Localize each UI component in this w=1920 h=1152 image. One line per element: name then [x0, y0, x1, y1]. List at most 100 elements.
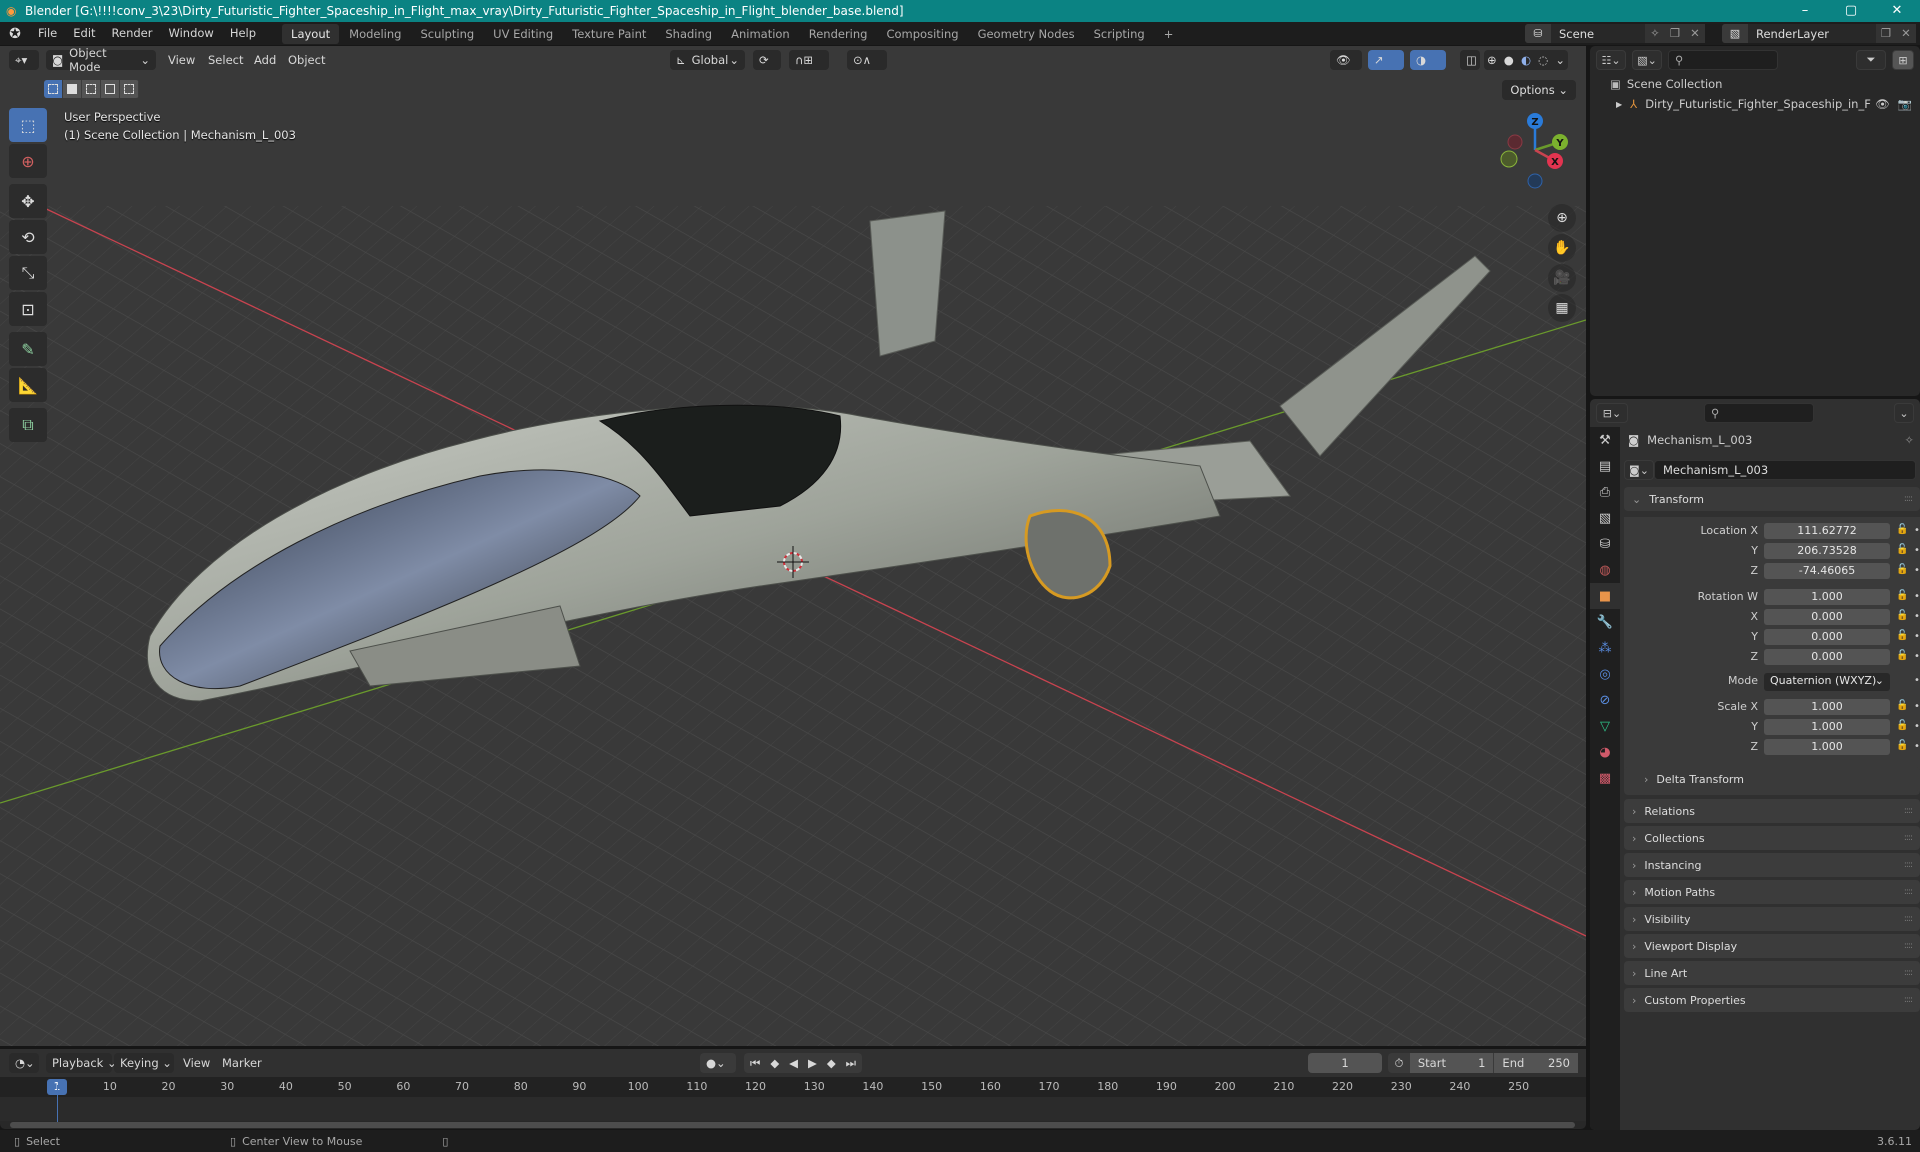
- tab-texture[interactable]: ▩: [1590, 765, 1620, 791]
- drag-grip-icon[interactable]: ::::: [1904, 941, 1913, 951]
- lock-icon[interactable]: 🔓: [1896, 700, 1908, 711]
- rotate-tool[interactable]: ⟲: [9, 220, 47, 254]
- tab-sculpting[interactable]: Sculpting: [411, 24, 483, 44]
- scene-name[interactable]: Scene: [1551, 27, 1645, 41]
- select-extend-button[interactable]: [63, 80, 82, 98]
- wireframe-shading-icon[interactable]: ⊕: [1487, 53, 1497, 67]
- drag-grip-icon[interactable]: ::::: [1904, 995, 1913, 1005]
- blender-menu-icon[interactable]: ✪: [0, 26, 30, 42]
- tab-constraints[interactable]: ⊘: [1590, 687, 1620, 713]
- play-reverse-icon[interactable]: ◀: [789, 1056, 798, 1070]
- tab-rendering[interactable]: Rendering: [800, 24, 877, 44]
- menu-file[interactable]: File: [30, 22, 65, 45]
- drag-grip-icon[interactable]: ::::: [1904, 914, 1913, 924]
- location-y-field[interactable]: 206.73528: [1764, 543, 1890, 559]
- maximize-button[interactable]: ▢: [1828, 0, 1874, 22]
- keying-menu[interactable]: Keying ⌄: [114, 1053, 174, 1073]
- keyframe-dot[interactable]: •: [1914, 719, 1920, 735]
- lock-icon[interactable]: 🔓: [1896, 630, 1908, 641]
- rotation-x-field[interactable]: 0.000: [1764, 609, 1890, 625]
- panel-motion-paths[interactable]: › Motion Paths::::: [1624, 880, 1920, 904]
- scale-y-field[interactable]: 1.000: [1764, 719, 1890, 735]
- drag-grip-icon[interactable]: ::::: [1904, 833, 1913, 843]
- panel-viewport-display[interactable]: › Viewport Display::::: [1624, 934, 1920, 958]
- outliner-scene-collection[interactable]: ▣ Scene Collection: [1590, 74, 1920, 94]
- tab-object[interactable]: ■: [1590, 583, 1620, 609]
- play-icon[interactable]: ▶: [808, 1056, 817, 1070]
- rotation-y-field[interactable]: 0.000: [1764, 629, 1890, 645]
- delta-transform-subpanel[interactable]: › Delta Transform: [1624, 767, 1920, 791]
- drag-grip-icon[interactable]: ::::: [1904, 806, 1913, 816]
- measure-tool[interactable]: 📐: [9, 368, 47, 402]
- tab-particles[interactable]: ⁂: [1590, 635, 1620, 661]
- keyframe-track[interactable]: [0, 1097, 1586, 1121]
- drag-grip-icon[interactable]: ::::: [1904, 494, 1913, 504]
- visibility-eye-icon[interactable]: 👁: [1875, 97, 1890, 111]
- viewport-menu-object[interactable]: Object: [288, 50, 325, 70]
- tab-uv-editing[interactable]: UV Editing: [484, 24, 562, 44]
- move-tool[interactable]: ✥: [9, 184, 47, 218]
- location-x-field[interactable]: 111.62772: [1764, 523, 1890, 539]
- menu-help[interactable]: Help: [222, 22, 264, 45]
- tab-tool[interactable]: ⚒: [1590, 427, 1620, 453]
- scale-tool[interactable]: ⤡: [9, 256, 47, 290]
- rotation-mode-dropdown[interactable]: Quaternion (WXYZ) ⌄: [1764, 673, 1890, 691]
- shading-modes[interactable]: ⊕ ● ◐ ◌ ⌄: [1484, 50, 1568, 70]
- playhead-line[interactable]: [57, 1085, 58, 1125]
- material-shading-icon[interactable]: ◐: [1521, 53, 1531, 67]
- gizmo-neg-x[interactable]: [1507, 134, 1523, 150]
- object-name-input[interactable]: Mechanism_L_003: [1654, 460, 1916, 480]
- tab-animation[interactable]: Animation: [722, 24, 799, 44]
- select-subtract-button[interactable]: [82, 80, 101, 98]
- keyframe-dot[interactable]: •: [1914, 673, 1920, 689]
- editor-type-button[interactable]: ⌖ ▾: [9, 50, 39, 70]
- timeline-menu-view[interactable]: View: [183, 1053, 210, 1073]
- render-camera-icon[interactable]: 📷: [1898, 97, 1912, 111]
- gizmo-neg-z[interactable]: [1527, 173, 1543, 189]
- viewport-menu-view[interactable]: View: [168, 50, 195, 70]
- add-cube-tool[interactable]: ⧉: [9, 408, 47, 442]
- pivot-point-dropdown[interactable]: ⟳: [753, 50, 781, 70]
- jump-start-icon[interactable]: ⏮: [750, 1056, 760, 1071]
- timeline-scrollbar[interactable]: [10, 1122, 1575, 1128]
- keyframe-dot[interactable]: •: [1914, 609, 1920, 625]
- transform-orientation-dropdown[interactable]: ⊾ Global ⌄: [670, 50, 745, 70]
- menu-window[interactable]: Window: [160, 22, 221, 45]
- transform-tool[interactable]: ⊡: [9, 292, 47, 326]
- viewport-menu-add[interactable]: Add: [254, 50, 276, 70]
- prev-keyframe-icon[interactable]: ◆: [770, 1056, 779, 1070]
- rotation-w-field[interactable]: 1.000: [1764, 589, 1890, 605]
- visibility-dropdown[interactable]: 👁: [1330, 50, 1362, 70]
- lock-icon[interactable]: 🔓: [1896, 590, 1908, 601]
- select-box-tool[interactable]: ⬚: [9, 108, 47, 142]
- keyframe-dot[interactable]: •: [1914, 629, 1920, 645]
- delete-scene-icon[interactable]: ✕: [1685, 24, 1705, 43]
- keyframe-dot[interactable]: •: [1914, 523, 1920, 539]
- tab-texture-paint[interactable]: Texture Paint: [563, 24, 655, 44]
- tab-scene[interactable]: ⛁: [1590, 531, 1620, 557]
- tab-data[interactable]: ▽: [1590, 713, 1620, 739]
- lock-icon[interactable]: 🔓: [1896, 740, 1908, 751]
- lock-icon[interactable]: 🔓: [1896, 524, 1908, 535]
- cursor-tool[interactable]: ⊕: [9, 144, 47, 178]
- scale-z-field[interactable]: 1.000: [1764, 739, 1890, 755]
- next-keyframe-icon[interactable]: ◆: [827, 1056, 836, 1070]
- timeline-menu-marker[interactable]: Marker: [222, 1053, 262, 1073]
- view-layer-name[interactable]: RenderLayer: [1748, 27, 1876, 41]
- drag-grip-icon[interactable]: ::::: [1904, 887, 1913, 897]
- scale-x-field[interactable]: 1.000: [1764, 699, 1890, 715]
- tab-shading[interactable]: Shading: [656, 24, 721, 44]
- lock-icon[interactable]: 🔓: [1896, 720, 1908, 731]
- panel-line-art[interactable]: › Line Art::::: [1624, 961, 1920, 985]
- overlays-toggle[interactable]: ◑: [1410, 50, 1446, 70]
- mode-dropdown[interactable]: ◙ Object Mode ⌄: [46, 46, 156, 74]
- end-frame-field[interactable]: End 250: [1494, 1053, 1578, 1073]
- panel-custom-properties[interactable]: › Custom Properties::::: [1624, 988, 1920, 1012]
- keyframe-dot[interactable]: •: [1914, 699, 1920, 715]
- panel-relations[interactable]: › Relations::::: [1624, 799, 1920, 823]
- tab-view-layer[interactable]: ▧: [1590, 505, 1620, 531]
- panel-collections[interactable]: › Collections::::: [1624, 826, 1920, 850]
- outliner-editor-type[interactable]: ☷ ⌄: [1596, 50, 1626, 70]
- start-frame-field[interactable]: Start 1: [1409, 1053, 1494, 1073]
- outliner-search-input[interactable]: ⚲: [1668, 50, 1778, 70]
